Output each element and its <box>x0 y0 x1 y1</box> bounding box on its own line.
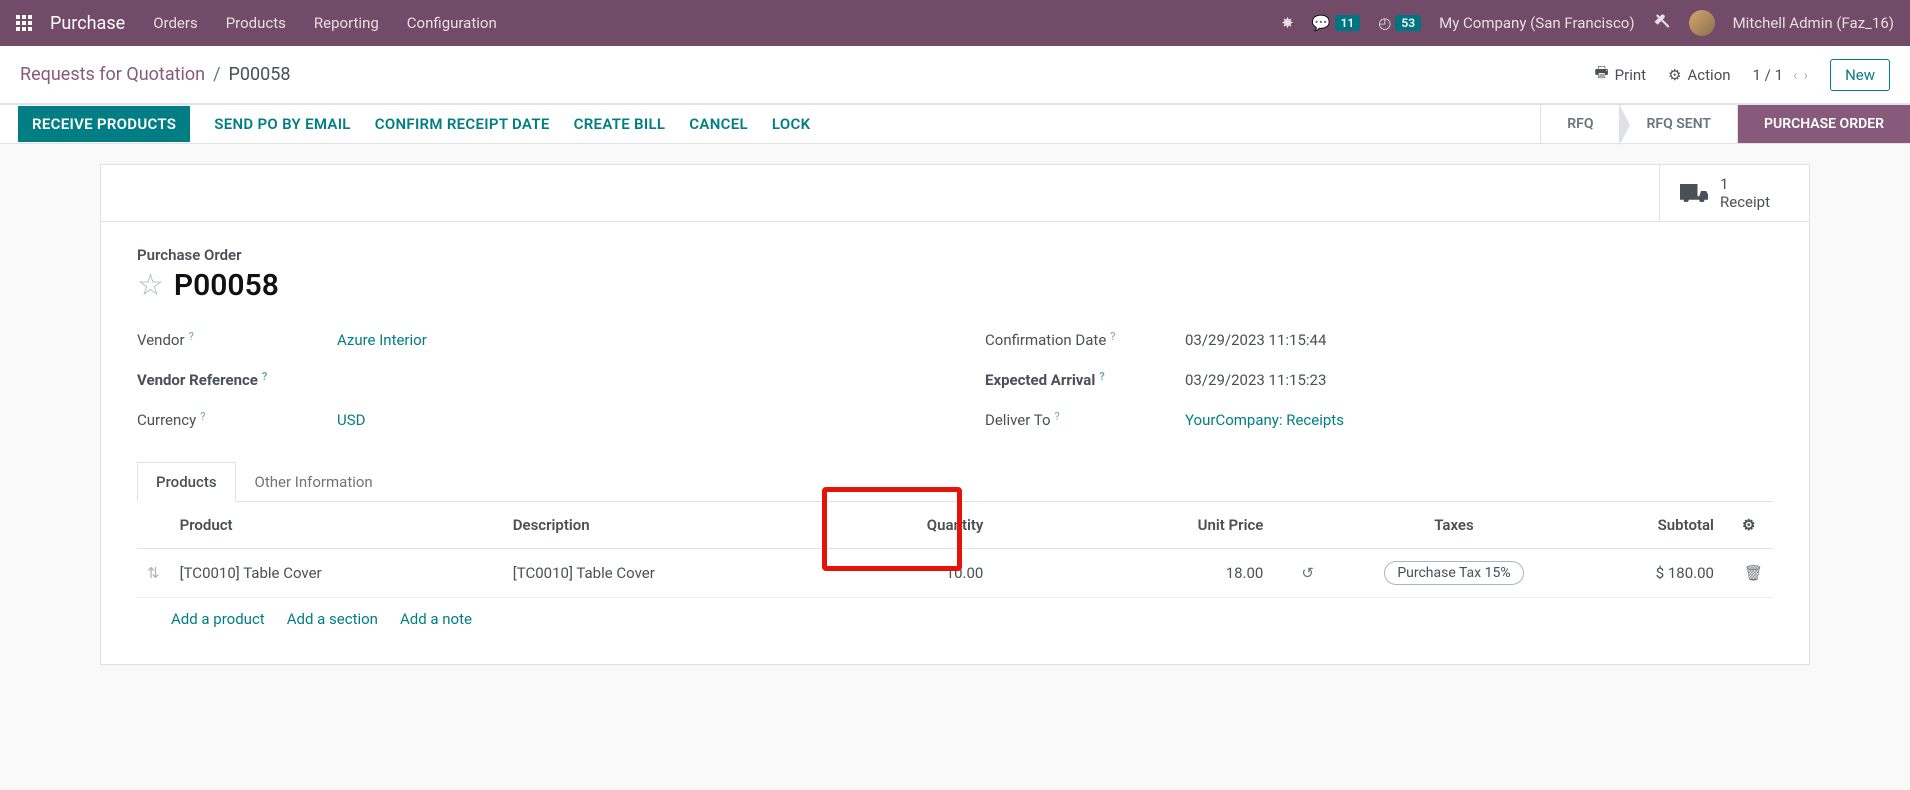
gear-icon: ⚙ <box>1668 66 1681 84</box>
column-options-icon[interactable]: ⚙ <box>1742 516 1755 534</box>
breadcrumb-sep: / <box>213 64 220 85</box>
send-po-button[interactable]: SEND PO BY EMAIL <box>214 115 350 133</box>
breadcrumb-root[interactable]: Requests for Quotation <box>20 64 205 85</box>
action-button[interactable]: ⚙ Action <box>1668 66 1730 84</box>
stage-rfq-sent[interactable]: RFQ SENT <box>1620 105 1737 143</box>
receipt-label: Receipt <box>1720 193 1770 211</box>
activity-button[interactable]: ◴ 53 <box>1378 14 1421 32</box>
currency-field[interactable]: USD <box>337 411 365 429</box>
col-unit-price: Unit Price <box>993 502 1273 549</box>
vendor-ref-label: Vendor Reference <box>137 371 258 389</box>
deliver-field[interactable]: YourCompany: Receipts <box>1185 411 1344 429</box>
menu-products[interactable]: Products <box>226 14 286 32</box>
clock-icon: ◴ <box>1378 14 1391 32</box>
cell-product[interactable]: [TC0010] Table Cover <box>170 549 503 598</box>
confirm-date-label: Confirmation Date <box>985 331 1106 349</box>
cell-quantity[interactable]: 10.00 <box>836 549 993 598</box>
avatar[interactable] <box>1689 10 1715 36</box>
help-icon[interactable]: ? <box>189 330 194 343</box>
chat-icon: 💬 <box>1312 14 1331 32</box>
add-product-button[interactable]: Add a product <box>171 610 265 628</box>
help-icon[interactable]: ? <box>200 410 205 423</box>
lock-button[interactable]: LOCK <box>772 115 811 133</box>
tax-pill[interactable]: Purchase Tax 15% <box>1384 561 1523 585</box>
help-icon[interactable]: ? <box>1099 370 1104 383</box>
tabs: Products Other Information <box>137 461 1773 502</box>
vendor-label: Vendor <box>137 331 185 349</box>
messaging-button[interactable]: 💬 11 <box>1312 14 1360 32</box>
top-nav: Purchase Orders Products Reporting Confi… <box>0 0 1910 46</box>
control-bar: Requests for Quotation / P00058 🖶 Print … <box>0 46 1910 104</box>
status-bar: RECEIVE PRODUCTS SEND PO BY EMAIL CONFIR… <box>0 104 1910 144</box>
deliver-label: Deliver To <box>985 411 1051 429</box>
receive-products-button[interactable]: RECEIVE PRODUCTS <box>18 106 190 142</box>
pager-prev-icon[interactable]: ‹ <box>1793 66 1798 84</box>
form-sheet: 1 Receipt Purchase Order ☆ P00058 Vendor… <box>100 164 1810 665</box>
confirm-receipt-button[interactable]: CONFIRM RECEIPT DATE <box>375 115 550 133</box>
tools-icon[interactable] <box>1653 12 1671 34</box>
action-label: Action <box>1688 66 1731 84</box>
drag-handle-icon[interactable]: ⇅ <box>147 564 160 582</box>
pager-next-icon[interactable]: › <box>1804 66 1809 84</box>
truck-icon <box>1680 180 1708 206</box>
msg-badge: 11 <box>1335 15 1361 31</box>
receipt-stat-button[interactable]: 1 Receipt <box>1659 165 1809 221</box>
breadcrumb-current: P00058 <box>229 64 291 85</box>
print-button[interactable]: 🖶 Print <box>1594 62 1646 87</box>
cell-description[interactable]: [TC0010] Table Cover <box>503 549 836 598</box>
expected-label: Expected Arrival <box>985 371 1095 389</box>
currency-label: Currency <box>137 411 196 429</box>
stage-bar: RFQ RFQ SENT PURCHASE ORDER <box>1540 105 1910 143</box>
history-icon[interactable]: ↺ <box>1301 564 1314 582</box>
user-menu[interactable]: Mitchell Admin (Faz_16) <box>1733 14 1894 32</box>
print-icon: 🖶 <box>1594 62 1608 87</box>
top-menu: Orders Products Reporting Configuration <box>153 14 497 32</box>
print-label: Print <box>1615 66 1646 84</box>
menu-reporting[interactable]: Reporting <box>314 14 379 32</box>
title-label: Purchase Order <box>137 246 1773 264</box>
menu-configuration[interactable]: Configuration <box>407 14 497 32</box>
stage-purchase-order[interactable]: PURCHASE ORDER <box>1737 105 1910 143</box>
confirm-date-field: 03/29/2023 11:15:44 <box>1185 331 1326 349</box>
create-bill-button[interactable]: CREATE BILL <box>574 115 666 133</box>
activity-badge: 53 <box>1395 15 1421 31</box>
expected-field[interactable]: 03/29/2023 11:15:23 <box>1185 371 1326 389</box>
add-note-button[interactable]: Add a note <box>400 610 472 628</box>
col-description: Description <box>503 502 836 549</box>
tab-other-info[interactable]: Other Information <box>236 462 392 502</box>
help-icon[interactable]: ? <box>1055 410 1060 423</box>
col-quantity: Quantity <box>836 502 993 549</box>
app-brand[interactable]: Purchase <box>50 13 125 34</box>
po-title: P00058 <box>174 268 279 303</box>
cell-unit-price[interactable]: 18.00 <box>993 549 1273 598</box>
tab-products[interactable]: Products <box>137 462 236 502</box>
trash-icon[interactable]: 🗑 <box>1744 564 1763 582</box>
col-subtotal: Subtotal <box>1584 502 1724 549</box>
order-lines-table: Product Description Quantity Unit Price … <box>137 502 1773 640</box>
pager: 1 / 1 ‹ › <box>1753 66 1809 84</box>
star-icon[interactable]: ☆ <box>137 268 164 303</box>
cell-subtotal: $ 180.00 <box>1584 549 1724 598</box>
help-icon[interactable]: ? <box>1110 330 1115 343</box>
button-box: 1 Receipt <box>101 165 1809 222</box>
bug-icon[interactable]: ✸ <box>1281 14 1294 32</box>
pager-count: 1 / 1 <box>1753 66 1784 84</box>
company-switcher[interactable]: My Company (San Francisco) <box>1439 14 1634 32</box>
stage-rfq[interactable]: RFQ <box>1540 105 1619 143</box>
menu-orders[interactable]: Orders <box>153 14 198 32</box>
apps-icon[interactable] <box>16 15 32 31</box>
help-icon[interactable]: ? <box>262 370 267 383</box>
col-product: Product <box>170 502 503 549</box>
receipt-count: 1 <box>1720 175 1770 193</box>
new-button[interactable]: New <box>1830 59 1890 91</box>
cancel-button[interactable]: CANCEL <box>689 115 748 133</box>
col-taxes: Taxes <box>1324 502 1584 549</box>
add-section-button[interactable]: Add a section <box>287 610 378 628</box>
table-row[interactable]: ⇅ [TC0010] Table Cover [TC0010] Table Co… <box>137 549 1773 598</box>
vendor-field[interactable]: Azure Interior <box>337 331 427 349</box>
